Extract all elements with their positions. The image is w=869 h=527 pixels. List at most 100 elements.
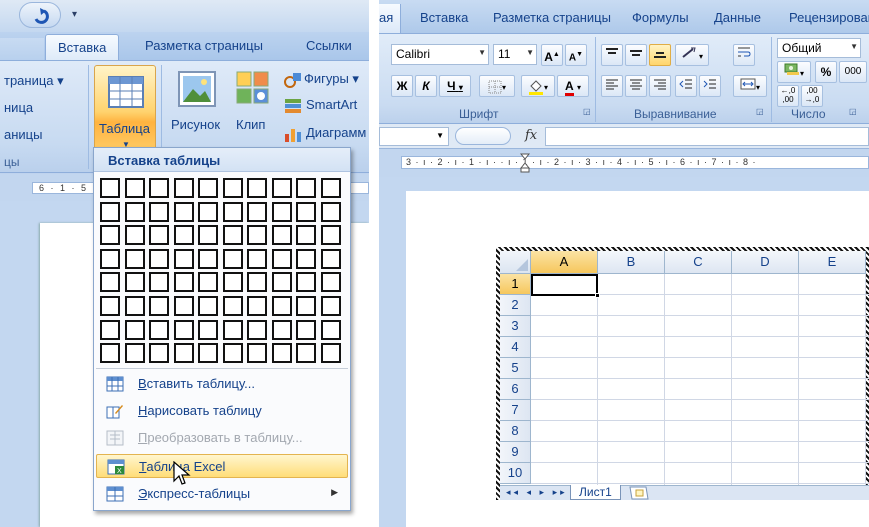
grid-cell[interactable]: [271, 225, 292, 246]
grid-cell[interactable]: [222, 319, 243, 340]
grid-cell[interactable]: [296, 296, 316, 316]
grid-cell[interactable]: [149, 225, 169, 246]
grid-cell[interactable]: [198, 225, 218, 246]
grid-cell[interactable]: [100, 178, 120, 198]
percent-button[interactable]: %: [815, 61, 837, 83]
grid-cell[interactable]: [271, 343, 292, 364]
grid-cell[interactable]: [124, 248, 145, 269]
grid-cell[interactable]: [222, 248, 243, 269]
grid-cell[interactable]: [198, 272, 218, 293]
grid-cell[interactable]: [100, 343, 120, 364]
grid-cell[interactable]: [271, 248, 292, 269]
picture-button[interactable]: Рисунок: [166, 65, 228, 145]
align-bottom-button[interactable]: [649, 44, 671, 66]
grid-cell[interactable]: [173, 343, 194, 364]
borders-button[interactable]: ▾: [479, 75, 515, 97]
grid-cell[interactable]: [149, 178, 169, 198]
insert-sheet-icon[interactable]: [628, 486, 650, 500]
row-header-7[interactable]: 7: [500, 400, 531, 421]
grid-cell[interactable]: [198, 248, 218, 269]
grid-cell[interactable]: [149, 343, 169, 364]
font-color-button[interactable]: A ▾: [557, 75, 589, 97]
grid-cell[interactable]: [100, 296, 120, 316]
grid-cell[interactable]: [296, 343, 316, 364]
increase-indent-button[interactable]: [699, 75, 721, 97]
qat-customize-icon[interactable]: ▾: [72, 9, 77, 20]
grid-cell[interactable]: [124, 296, 145, 316]
sheet-tab-1[interactable]: Лист1: [570, 485, 621, 500]
grid-cell[interactable]: [198, 201, 218, 222]
pages-item-3[interactable]: аницы: [4, 127, 42, 142]
align-center-button[interactable]: [625, 75, 647, 97]
column-header-d[interactable]: D: [732, 251, 799, 274]
grid-cell[interactable]: [173, 201, 194, 222]
tab-insert[interactable]: Вставка: [45, 34, 120, 62]
merge-center-button[interactable]: ▾: [733, 75, 767, 97]
fill-color-button[interactable]: ▾: [521, 75, 555, 97]
currency-button[interactable]: ▾: [777, 61, 811, 83]
number-format-combo[interactable]: Общий ▼: [777, 38, 861, 58]
increase-decimal-button[interactable]: ←,0,00: [777, 85, 799, 107]
smartart-button[interactable]: SmartArt: [282, 95, 369, 117]
clip-button[interactable]: Клип: [232, 65, 276, 145]
row-header-9[interactable]: 9: [500, 442, 531, 463]
grid-cell[interactable]: [198, 178, 218, 198]
font-size-combo[interactable]: 11 ▼: [493, 44, 537, 65]
align-middle-button[interactable]: [625, 44, 647, 66]
grid-cell[interactable]: [271, 178, 292, 198]
grid-cell[interactable]: [320, 319, 341, 340]
grid-cell[interactable]: [124, 319, 145, 340]
grid-cell[interactable]: [296, 201, 316, 222]
chart-button[interactable]: Диаграмм: [282, 123, 369, 145]
pages-item-1[interactable]: траница ▾: [4, 73, 64, 89]
column-header-b[interactable]: B: [598, 251, 665, 274]
italic-button[interactable]: К: [415, 75, 437, 97]
grid-cell[interactable]: [173, 248, 194, 269]
row-header-3[interactable]: 3: [500, 316, 531, 337]
align-right-button[interactable]: [649, 75, 671, 97]
orientation-button[interactable]: ▾: [675, 44, 709, 66]
dialog-launcher-icon[interactable]: ◲: [849, 107, 857, 116]
grid-cell[interactable]: [296, 178, 316, 198]
grid-cell[interactable]: [198, 296, 218, 316]
menu-excel-table[interactable]: X Таблица Excel: [96, 454, 348, 478]
grid-cell[interactable]: [149, 319, 169, 340]
name-box[interactable]: ▼: [379, 127, 449, 146]
decrease-decimal-button[interactable]: ,00 →,0: [801, 85, 823, 107]
grid-cell[interactable]: [124, 272, 145, 293]
row-header-10[interactable]: 10: [500, 463, 531, 484]
decrease-indent-button[interactable]: [675, 75, 697, 97]
grid-cell[interactable]: [198, 343, 218, 364]
insert-function-icon[interactable]: fx: [525, 128, 537, 143]
grid-cell[interactable]: [124, 178, 145, 198]
grid-cell[interactable]: [320, 225, 341, 246]
menu-quick-tables[interactable]: Экспресс-таблицы ▶: [96, 482, 348, 506]
grid-cell[interactable]: [296, 225, 316, 246]
grid-cell[interactable]: [320, 201, 341, 222]
grid-cell[interactable]: [124, 343, 145, 364]
grid-cell[interactable]: [247, 248, 267, 269]
tab-references[interactable]: Ссылки: [306, 38, 352, 53]
grid-cell[interactable]: [222, 225, 243, 246]
indent-marker-icon[interactable]: [520, 153, 530, 173]
grid-cell[interactable]: [320, 296, 341, 316]
pages-item-2[interactable]: ница: [4, 100, 33, 115]
grid-cell[interactable]: [173, 225, 194, 246]
column-header-e[interactable]: E: [799, 251, 866, 274]
grid-cell[interactable]: [271, 319, 292, 340]
grid-cell[interactable]: [198, 319, 218, 340]
tab-insert[interactable]: Вставка: [420, 10, 468, 25]
grid-cell[interactable]: [173, 319, 194, 340]
grid-cell[interactable]: [296, 248, 316, 269]
tab-data[interactable]: Данные: [714, 10, 761, 25]
row-header-5[interactable]: 5: [500, 358, 531, 379]
grid-cell[interactable]: [222, 178, 243, 198]
tab-page-layout[interactable]: Разметка страницы: [493, 10, 611, 25]
row-header-8[interactable]: 8: [500, 421, 531, 442]
shrink-font-button[interactable]: A▼: [565, 44, 587, 66]
row-header-2[interactable]: 2: [500, 295, 531, 316]
tab-review[interactable]: Рецензирован: [789, 10, 869, 25]
underline-button[interactable]: Ч ▾: [439, 75, 471, 97]
thousands-button[interactable]: 000: [839, 61, 867, 83]
grid-cell[interactable]: [296, 272, 316, 293]
